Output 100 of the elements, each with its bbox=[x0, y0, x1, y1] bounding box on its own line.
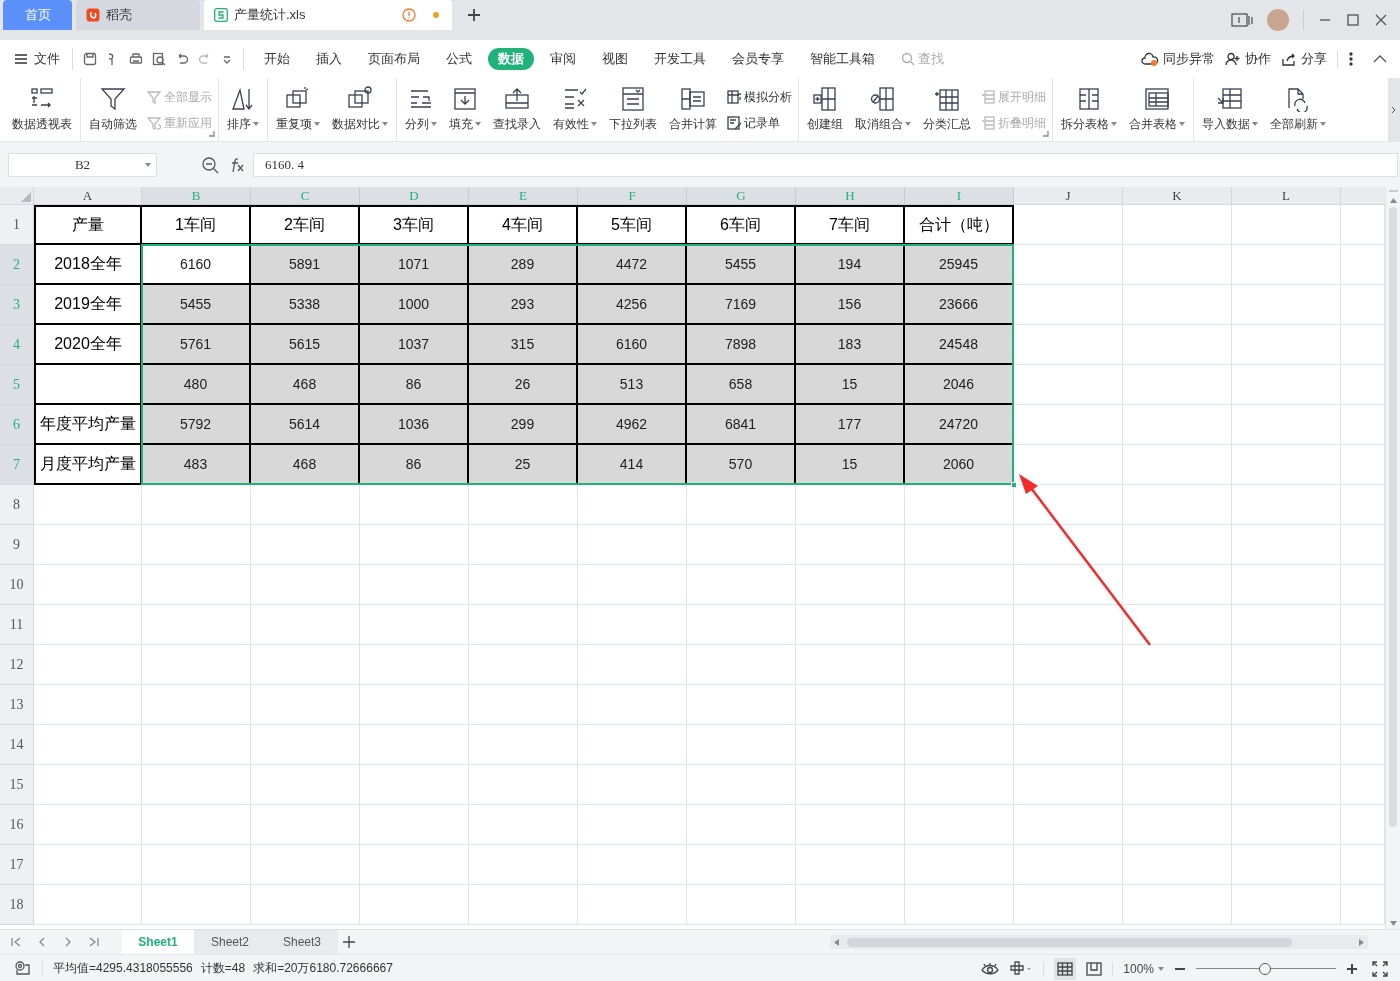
column-header[interactable]: L bbox=[1232, 187, 1341, 205]
grid-cell[interactable] bbox=[360, 685, 469, 725]
grid-cell[interactable] bbox=[1123, 525, 1232, 565]
grid-cell[interactable] bbox=[687, 725, 796, 765]
table-cell[interactable]: 6841 bbox=[687, 405, 796, 445]
table-cell[interactable]: 86 bbox=[360, 445, 469, 485]
grid-cell[interactable] bbox=[34, 645, 142, 685]
grid-cell[interactable] bbox=[1123, 285, 1232, 325]
grid-cell[interactable] bbox=[796, 805, 905, 845]
zoom-in-icon[interactable] bbox=[1346, 962, 1358, 975]
row-header[interactable]: 17 bbox=[0, 845, 34, 885]
grid-cell[interactable] bbox=[1123, 725, 1232, 765]
table-cell[interactable]: 468 bbox=[251, 445, 360, 485]
grid-cell[interactable] bbox=[142, 885, 251, 925]
row-header[interactable]: 1 bbox=[0, 205, 34, 245]
table-cell[interactable]: 289 bbox=[469, 245, 578, 285]
grid-cell[interactable] bbox=[1123, 605, 1232, 645]
table-cell[interactable]: 5761 bbox=[142, 325, 251, 365]
grid-cell[interactable] bbox=[905, 485, 1014, 525]
menu-tab[interactable]: 智能工具箱 bbox=[800, 48, 885, 70]
grid-cell[interactable] bbox=[34, 805, 142, 845]
grid-cell[interactable] bbox=[251, 885, 360, 925]
grid-cell[interactable] bbox=[796, 685, 905, 725]
grid-cell[interactable] bbox=[34, 765, 142, 805]
ribbon-button[interactable]: 排序 bbox=[221, 78, 265, 141]
table-cell[interactable]: 4车间 bbox=[469, 205, 578, 245]
table-cell[interactable]: 7车间 bbox=[796, 205, 905, 245]
print-icon[interactable] bbox=[129, 52, 143, 66]
table-cell[interactable]: 194 bbox=[796, 245, 905, 285]
table-cell[interactable]: 2019全年 bbox=[34, 285, 142, 325]
menu-tab[interactable]: 视图 bbox=[592, 48, 638, 70]
table-cell[interactable]: 2060 bbox=[905, 445, 1014, 485]
horizontal-scrollbar[interactable] bbox=[830, 935, 1368, 949]
row-header[interactable]: 16 bbox=[0, 805, 34, 845]
scroll-left-icon[interactable] bbox=[834, 938, 839, 946]
page-layout-icon[interactable] bbox=[1086, 960, 1103, 977]
row-header[interactable]: 12 bbox=[0, 645, 34, 685]
grid-cell[interactable] bbox=[796, 605, 905, 645]
table-cell[interactable]: 293 bbox=[469, 285, 578, 325]
zoom-icon[interactable] bbox=[201, 155, 219, 174]
table-cell[interactable]: 315 bbox=[469, 325, 578, 365]
row-header[interactable]: 15 bbox=[0, 765, 34, 805]
grid-cell[interactable] bbox=[1123, 205, 1232, 245]
grid-cell[interactable] bbox=[578, 565, 687, 605]
grid-cell[interactable] bbox=[796, 845, 905, 885]
grid-cell[interactable] bbox=[142, 565, 251, 605]
grid-cell[interactable] bbox=[578, 885, 687, 925]
table-cell[interactable]: 570 bbox=[687, 445, 796, 485]
column-header[interactable]: K bbox=[1123, 187, 1232, 205]
grid-cell[interactable] bbox=[469, 725, 578, 765]
grid-cell[interactable] bbox=[578, 845, 687, 885]
preview-icon[interactable] bbox=[152, 52, 166, 66]
grid-cell[interactable] bbox=[360, 485, 469, 525]
grid-cell[interactable] bbox=[469, 525, 578, 565]
scroll-up-icon[interactable] bbox=[1389, 198, 1397, 203]
ribbon-button[interactable]: 拆分表格 bbox=[1055, 78, 1123, 141]
grid-cell[interactable] bbox=[142, 805, 251, 845]
select-all-icon[interactable] bbox=[21, 192, 31, 202]
grid-cell[interactable] bbox=[34, 725, 142, 765]
sheet-tab[interactable]: Sheet3 bbox=[266, 929, 338, 955]
table-cell[interactable]: 7898 bbox=[687, 325, 796, 365]
grid-cell[interactable] bbox=[1232, 605, 1341, 645]
table-cell[interactable]: 5615 bbox=[251, 325, 360, 365]
grid-cell[interactable] bbox=[905, 885, 1014, 925]
grid-cell[interactable] bbox=[1014, 565, 1123, 605]
grid-cell[interactable] bbox=[469, 885, 578, 925]
grid-cell[interactable] bbox=[687, 605, 796, 645]
table-cell[interactable]: 6车间 bbox=[687, 205, 796, 245]
grid-cell[interactable] bbox=[360, 725, 469, 765]
grid-cell[interactable] bbox=[578, 605, 687, 645]
grid-cell[interactable] bbox=[1123, 565, 1232, 605]
grid-cell[interactable] bbox=[687, 565, 796, 605]
dialog-launcher-icon[interactable] bbox=[209, 131, 215, 137]
ribbon-button[interactable]: 填充 bbox=[443, 78, 487, 141]
grid-cell[interactable] bbox=[905, 605, 1014, 645]
grid-cell[interactable] bbox=[469, 685, 578, 725]
close-icon[interactable] bbox=[1374, 13, 1388, 27]
more-icon[interactable] bbox=[1348, 52, 1354, 66]
tab[interactable]: 稻壳 bbox=[76, 0, 200, 30]
grid-cell[interactable] bbox=[1014, 285, 1123, 325]
grid-cell[interactable] bbox=[1014, 685, 1123, 725]
fill-handle[interactable] bbox=[1011, 482, 1017, 488]
grid-cell[interactable] bbox=[1014, 885, 1123, 925]
table-cell[interactable]: 4472 bbox=[578, 245, 687, 285]
table-cell[interactable]: 1037 bbox=[360, 325, 469, 365]
toolbar-button[interactable]: 协作 bbox=[1225, 49, 1271, 69]
grid-cell[interactable] bbox=[1232, 485, 1341, 525]
table-cell[interactable]: 177 bbox=[796, 405, 905, 445]
normal-view-button[interactable] bbox=[1054, 957, 1077, 980]
grid-cell[interactable] bbox=[360, 565, 469, 605]
grid-cell[interactable] bbox=[34, 565, 142, 605]
grid-cell[interactable] bbox=[1232, 885, 1341, 925]
table-cell[interactable]: 年度平均产量 bbox=[34, 405, 142, 445]
table-cell[interactable]: 6160 bbox=[142, 245, 251, 285]
table-cell[interactable] bbox=[34, 365, 142, 405]
grid-cell[interactable] bbox=[360, 525, 469, 565]
macro-icon[interactable] bbox=[14, 960, 32, 976]
table-cell[interactable]: 1071 bbox=[360, 245, 469, 285]
collapse-icon[interactable] bbox=[1372, 54, 1388, 64]
table-cell[interactable]: 5891 bbox=[251, 245, 360, 285]
